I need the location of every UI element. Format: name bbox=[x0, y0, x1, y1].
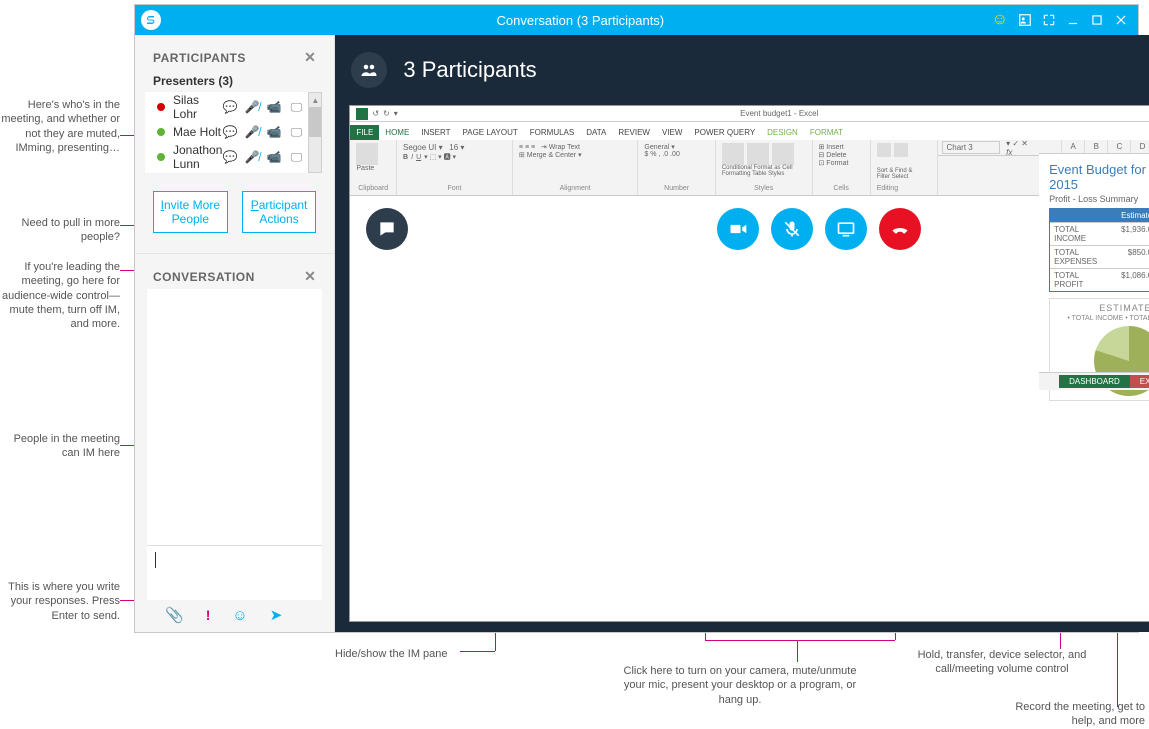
conversation-header: CONVERSATION ✕ bbox=[135, 254, 334, 289]
message-input[interactable] bbox=[147, 545, 322, 600]
presenters-label: Presenters (3) bbox=[135, 70, 334, 92]
presence-dot-icon bbox=[157, 128, 165, 136]
participant-actions-button[interactable]: Participant Actions bbox=[242, 191, 317, 233]
attach-icon[interactable]: 📎 bbox=[165, 606, 184, 624]
excel-summary-table: EstimatedActual TOTAL INCOME$1,936.00$1,… bbox=[1049, 208, 1149, 292]
screen-icon: 🖵 bbox=[288, 150, 304, 165]
excel-report-title: Event Budget for Sales Meeting Boondoggl… bbox=[1039, 154, 1149, 194]
im-icon: 💬 bbox=[222, 150, 238, 165]
excel-ribbon: PasteClipboard Segoe UI ▾ 16 ▾B I U ▾ ⬚ … bbox=[350, 140, 1149, 196]
emoji-icon[interactable]: ☺ bbox=[992, 11, 1008, 29]
sheet-tab[interactable]: DASHBOARD bbox=[1059, 375, 1130, 388]
annotation-call-controls: Click here to turn on your camera, mute/… bbox=[615, 664, 865, 707]
im-toggle-button[interactable] bbox=[366, 208, 408, 250]
present-button[interactable] bbox=[825, 208, 867, 250]
video-icon: 📹 bbox=[266, 100, 282, 115]
im-icon: 💬 bbox=[222, 125, 238, 140]
annotation-more: Record the meeting, get to help, and mor… bbox=[990, 700, 1145, 729]
call-control-bar bbox=[350, 196, 1149, 262]
excel-ribbon-tabs: FILE HOME INSERT PAGE LAYOUT FORMULAS DA… bbox=[350, 122, 1149, 140]
window-title: Conversation (3 Participants) bbox=[169, 13, 992, 28]
priority-icon[interactable]: ! bbox=[206, 607, 211, 623]
presence-dot-icon bbox=[157, 153, 165, 161]
mic-muted-icon: 🎤̸ bbox=[244, 100, 260, 115]
video-icon: 📹 bbox=[266, 125, 282, 140]
participant-row[interactable]: Silas Lohr 💬 🎤̸ 📹 🖵 bbox=[145, 95, 308, 119]
app-logo bbox=[141, 10, 161, 30]
hangup-button[interactable] bbox=[879, 208, 921, 250]
excel-logo-icon bbox=[356, 108, 368, 120]
im-icon: 💬 bbox=[222, 100, 238, 115]
annotation-participants: Here's who's in the meeting, and whether… bbox=[0, 98, 120, 155]
mute-button[interactable] bbox=[771, 208, 813, 250]
annotation-invite: Need to pull in more people? bbox=[0, 216, 120, 245]
minimize-icon[interactable] bbox=[1062, 9, 1084, 31]
stage-title: 3 Participants bbox=[403, 57, 1149, 83]
fullscreen-icon[interactable] bbox=[1038, 9, 1060, 31]
close-conversation-icon[interactable]: ✕ bbox=[304, 268, 316, 285]
contacts-icon[interactable] bbox=[1014, 9, 1036, 31]
sheet-tab[interactable]: EXPENSES bbox=[1130, 375, 1149, 388]
mic-muted-icon: 🎤̸ bbox=[244, 125, 260, 140]
annotation-device: Hold, transfer, device selector, and cal… bbox=[912, 648, 1092, 677]
participant-list: Silas Lohr 💬 🎤̸ 📹 🖵 Mae Holt 💬 bbox=[145, 92, 308, 173]
shared-screen-excel: ↺↻▾ Event budget1 - Excel CHART TOOLS Le… bbox=[349, 105, 1149, 622]
video-button[interactable] bbox=[717, 208, 759, 250]
participant-row[interactable]: Mae Holt 💬 🎤̸ 📹 🖵 bbox=[145, 120, 308, 144]
screen-icon: 🖵 bbox=[288, 100, 304, 115]
excel-sheet-tabs: DASHBOARD EXPENSES INCOME bbox=[1039, 372, 1149, 390]
annotation-input: This is where you write your responses. … bbox=[0, 580, 120, 623]
mic-muted-icon: 🎤̸ bbox=[244, 150, 260, 165]
titlebar: Conversation (3 Participants) ☺ bbox=[135, 5, 1138, 35]
screen-icon: 🖵 bbox=[288, 125, 304, 140]
participant-row[interactable]: Jonathon Lunn 💬 🎤̸ 📹 🖵 bbox=[145, 145, 308, 169]
presence-dot-icon bbox=[157, 103, 165, 111]
skype-window: Conversation (3 Participants) ☺ PARTICIP… bbox=[135, 5, 1138, 632]
roster-toggle-button[interactable] bbox=[351, 52, 387, 88]
video-icon: 📹 bbox=[266, 150, 282, 165]
participants-header: PARTICIPANTS ✕ bbox=[135, 35, 334, 70]
close-participants-icon[interactable]: ✕ bbox=[304, 49, 316, 66]
left-pane: PARTICIPANTS ✕ Presenters (3) Silas Lohr… bbox=[135, 35, 335, 632]
maximize-icon[interactable] bbox=[1086, 9, 1108, 31]
annotation-actions: If you're leading the meeting, go here f… bbox=[0, 260, 120, 331]
annotation-im-toggle: Hide/show the IM pane bbox=[335, 647, 505, 661]
invite-more-button[interactable]: Invite More People bbox=[153, 191, 228, 233]
send-icon[interactable]: ➤ bbox=[270, 606, 283, 624]
emoji-picker-icon[interactable]: ☺ bbox=[232, 607, 247, 624]
stage-pane: 3 Participants 1:17 ↺↻▾ Event budget1 - … bbox=[335, 35, 1149, 632]
scrollbar[interactable]: ▲ bbox=[308, 92, 322, 173]
close-icon[interactable] bbox=[1110, 9, 1132, 31]
annotation-im-area: People in the meeting can IM here bbox=[0, 432, 120, 461]
message-area bbox=[147, 289, 322, 545]
